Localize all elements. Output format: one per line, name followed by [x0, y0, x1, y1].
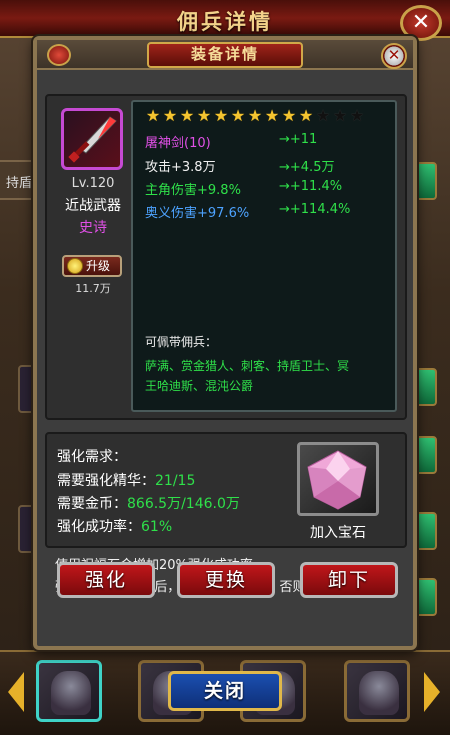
sword-icon[interactable]	[61, 108, 123, 170]
stat-label: 屠神剑(10)	[145, 136, 211, 151]
item-info-panel: Lv.120 近战武器 史诗 升级 11.7万 ★ ★ ★ ★ ★ ★ ★ ★ ★ ★ ★ ★ ★ 屠神…	[45, 94, 407, 420]
gold-requirement: 需要金币：866.5万/146.0万	[57, 493, 240, 513]
star-empty-icon: ★	[315, 106, 331, 125]
right-side-gem-icon[interactable]	[415, 578, 437, 616]
right-side-gem-icon[interactable]	[415, 368, 437, 406]
enhance-requirements-panel: 强化需求： 需要强化精华：21/15 需要金币：866.5万/146.0万 强化…	[45, 432, 407, 548]
star-filled-icon: ★	[179, 106, 195, 125]
stat-row-name: 屠神剑(10) →+11	[145, 132, 395, 152]
gold-label: 需要金币：	[57, 496, 127, 512]
red-orb-icon	[47, 44, 71, 66]
stat-label: 主角伤害+9.8%	[145, 183, 241, 198]
outer-title-bar: 佣兵详情	[0, 0, 450, 38]
rate-value: 61%	[141, 519, 173, 535]
item-type: 近战武器	[65, 198, 121, 214]
stat-row-attack: 攻击+3.8万 →+4.5万	[145, 156, 395, 176]
dialog-title: 装备详情	[147, 42, 303, 68]
dialog-header: 装备详情 ✕	[37, 40, 413, 70]
star-filled-icon: ★	[298, 106, 314, 125]
essence-label: 需要强化精华：	[57, 473, 155, 489]
star-filled-icon: ★	[162, 106, 178, 125]
success-rate: 强化成功率：61%	[57, 516, 172, 536]
mercenaries-line: 萨满、赏金猎人、刺客、持盾卫士、冥	[145, 359, 350, 373]
unequip-button[interactable]: 卸下	[300, 562, 398, 598]
replace-button[interactable]: 更换	[177, 562, 275, 598]
hero-portrait-icon	[51, 671, 91, 715]
star-filled-icon: ★	[230, 106, 246, 125]
stat-next: →+114.4%	[279, 202, 351, 217]
stat-next: →+11.4%	[279, 179, 343, 194]
enhance-button[interactable]: 强化	[57, 562, 155, 598]
star-empty-icon: ★	[349, 106, 365, 125]
stat-next: →+4.5万	[279, 160, 335, 175]
pink-gem-icon	[307, 450, 367, 510]
hero-slot[interactable]	[344, 660, 410, 722]
upgrade-label: 升级	[86, 259, 111, 273]
star-filled-icon: ★	[213, 106, 229, 125]
stats-box: ★ ★ ★ ★ ★ ★ ★ ★ ★ ★ ★ ★ ★ 屠神剑(10) →+11 攻击+3.8万 →+4.5…	[131, 100, 397, 412]
gem-slot[interactable]	[297, 442, 379, 516]
star-filled-icon: ★	[264, 106, 280, 125]
item-level: Lv.120	[71, 176, 115, 191]
upgrade-cost: 11.7万	[75, 282, 111, 295]
star-filled-icon: ★	[247, 106, 263, 125]
essence-requirement: 需要强化精华：21/15	[57, 470, 195, 490]
equipment-detail-dialog: 装备详情 ✕ Lv.120 近战武器 史诗 升级 11.7万 ★ ★ ★ ★ ★ ★ ★ ★ ★…	[33, 36, 417, 650]
mercenaries-line: 王哈迪斯、混沌公爵	[145, 379, 254, 393]
right-side-gem-icon[interactable]	[415, 512, 437, 550]
coin-icon	[67, 258, 83, 274]
star-filled-icon: ★	[196, 106, 212, 125]
close-button[interactable]: 关闭	[168, 671, 282, 711]
mercenaries-list: 萨满、赏金猎人、刺客、持盾卫士、冥 王哈迪斯、混沌公爵	[145, 356, 389, 396]
arrow-left-icon[interactable]	[8, 672, 24, 712]
star-filled-icon: ★	[145, 106, 161, 125]
arrow-right-icon[interactable]	[424, 672, 440, 712]
upgrade-button[interactable]: 升级	[62, 255, 122, 277]
essence-value: 21/15	[155, 473, 196, 489]
item-rarity: 史诗	[79, 220, 107, 236]
hero-portrait-icon	[359, 671, 399, 715]
right-side-gem-icon[interactable]	[415, 436, 437, 474]
enhance-title: 强化需求：	[57, 449, 127, 465]
hero-slot[interactable]	[36, 660, 102, 722]
stat-label: 奥义伤害+97.6%	[145, 206, 250, 221]
rate-label: 强化成功率：	[57, 519, 141, 535]
star-filled-icon: ★	[281, 106, 297, 125]
outer-title: 佣兵详情	[177, 10, 273, 34]
stat-row-hero-damage: 主角伤害+9.8% →+11.4%	[145, 179, 395, 199]
mercenaries-title: 可佩带佣兵：	[145, 335, 218, 349]
stat-label: 攻击+3.8万	[145, 160, 216, 175]
dialog-close-icon[interactable]: ✕	[381, 43, 407, 69]
star-rating: ★ ★ ★ ★ ★ ★ ★ ★ ★ ★ ★ ★ ★	[145, 108, 365, 126]
star-empty-icon: ★	[332, 106, 348, 125]
stat-row-ultimate-damage: 奥义伤害+97.6% →+114.4%	[145, 202, 395, 222]
stat-next: →+11	[279, 132, 318, 147]
right-side-gem-icon[interactable]	[415, 162, 437, 200]
gem-label: 加入宝石	[310, 525, 366, 541]
gold-value: 866.5万/146.0万	[127, 496, 240, 512]
